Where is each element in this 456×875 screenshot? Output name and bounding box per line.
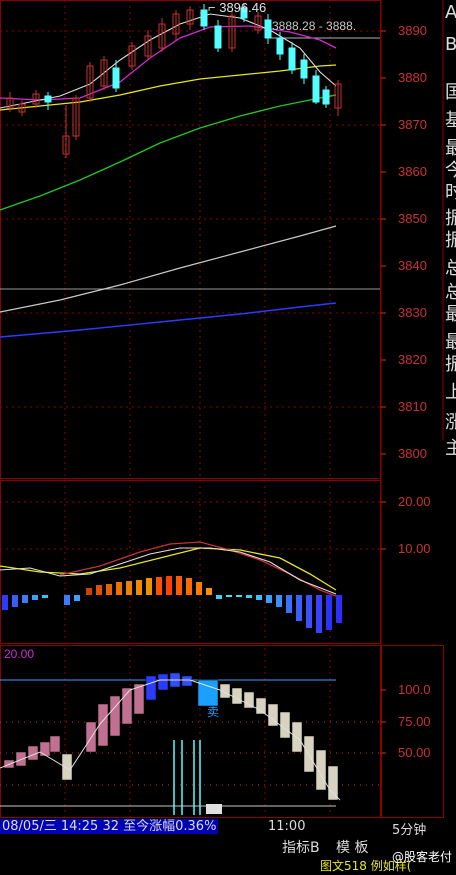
- kdj-y-tick: 50.00: [398, 745, 431, 760]
- ma-magenta: [0, 25, 337, 101]
- kdj-bars: [3, 672, 339, 801]
- y-tick: 3830: [398, 305, 427, 320]
- info-char: 上: [445, 382, 456, 403]
- info-char: 振: [445, 230, 456, 251]
- ma-white-long: [0, 225, 337, 313]
- info-char: 最: [445, 304, 456, 325]
- y-tick: 3860: [398, 164, 427, 179]
- tab-indicator[interactable]: 指标B: [282, 839, 320, 857]
- watermark: @股客老付: [391, 850, 452, 864]
- info-char: 振: [445, 208, 456, 229]
- y-tick: 3800: [398, 446, 427, 461]
- y-tick: 3870: [398, 117, 427, 132]
- info-char: 振: [445, 354, 456, 375]
- kdj-y-tick: 100.0: [398, 682, 431, 697]
- tab-model[interactable]: 模 板: [336, 839, 368, 857]
- axis-ticks: [381, 30, 386, 754]
- y-tick: 3880: [398, 70, 427, 85]
- info-char: 总: [445, 258, 456, 279]
- kdj-signal-bars: [173, 740, 201, 815]
- info-char: 国: [445, 82, 456, 103]
- info-char: A: [445, 2, 456, 23]
- bottom-tabs: 指标B 模 板 图文518 例如样(: [0, 837, 456, 873]
- y-tick: 3890: [398, 23, 427, 38]
- info-char: 时: [445, 182, 456, 203]
- status-bar: 08/05/三 14:25 32 至今涨幅0.36%: [0, 818, 219, 836]
- kdj-header-value: 20.00: [4, 647, 35, 661]
- ma-green: [0, 94, 337, 211]
- y-tick: 3810: [398, 399, 427, 414]
- info-char: 总: [445, 282, 456, 303]
- tab-interval[interactable]: 5分钟: [392, 819, 426, 838]
- info-char: 涨: [445, 412, 456, 433]
- macd-histogram: [2, 576, 342, 633]
- ma-blue-long: [0, 302, 337, 338]
- status-date: 08/05/三: [0, 819, 59, 834]
- ma-yellow: [0, 64, 337, 111]
- y-tick: 3840: [398, 258, 427, 273]
- price-high-label: ⌐ 3896.46: [208, 0, 267, 15]
- time-mark: 11:00: [268, 819, 306, 834]
- status-info: 14:25 32 至今涨幅0.36%: [58, 819, 219, 834]
- macd-y-tick: 10.00: [398, 541, 431, 556]
- kdj-y-tick: 75.00: [398, 714, 431, 729]
- info-char: 今: [445, 160, 456, 181]
- y-tick: 3850: [398, 211, 427, 226]
- info-char: 最: [445, 332, 456, 353]
- kdj-sell-annotation: 卖: [207, 705, 220, 719]
- info-char: 主: [445, 438, 456, 459]
- price-level-label: 3888.28 - 3888.: [272, 19, 357, 33]
- price-high-value: 3896.46: [219, 0, 267, 15]
- kdj-signal-marker: [206, 804, 222, 814]
- grid-lines: [0, 0, 380, 818]
- chart-canvas[interactable]: [0, 0, 456, 868]
- y-tick: 3820: [398, 352, 427, 367]
- info-char: 最: [445, 138, 456, 159]
- info-char: 基: [445, 110, 456, 131]
- info-char: B: [445, 34, 456, 55]
- macd-y-tick: 20.00: [398, 494, 431, 509]
